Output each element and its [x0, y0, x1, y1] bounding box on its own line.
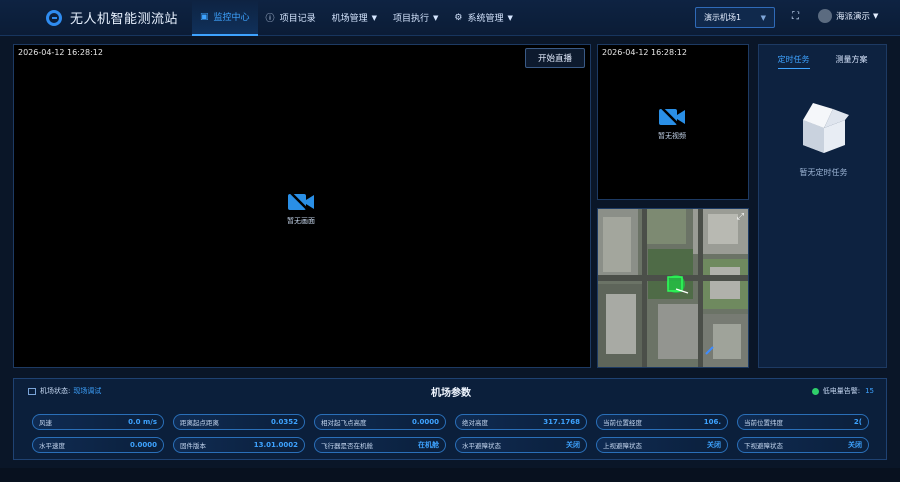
chevron-down-icon: ▼ [507, 13, 513, 22]
side-video-timestamp: 2026-04-12 16:28:12 [602, 48, 687, 57]
chevron-down-icon: ▼ [873, 12, 879, 20]
param-horizontal-speed: 水平速度 0.0000 [32, 437, 164, 453]
task-tabs: 定时任务 测量方案 [759, 54, 886, 69]
airport-select[interactable]: 演示机场1 ▼ [695, 7, 775, 28]
no-image-placeholder: 暂无画面 [287, 190, 315, 226]
airport-params-panel: 机场状态: 现场调试 机场参数 低电量告警: 15 风速 0.0 m/s 距离起点… [13, 378, 887, 460]
chevron-down-icon: ▼ [371, 13, 377, 22]
nav-system-management[interactable]: ⚙ 系统管理 ▼ [446, 0, 520, 36]
param-wind-speed: 风速 0.0 m/s [32, 414, 164, 430]
empty-box-icon [795, 95, 853, 159]
nav-monitor-center[interactable]: ▣ 监控中心 [192, 0, 258, 36]
no-video-icon [659, 106, 685, 128]
map-panel[interactable]: ⤢ [597, 208, 749, 368]
param-distance-from-start: 距离起点距离 0.0352 [173, 414, 305, 430]
fullscreen-icon[interactable]: ⛶ [792, 11, 799, 22]
app-title: 无人机智能测流站 [70, 12, 179, 27]
side-video-panel: 2026-04-12 16:28:12 暂无视频 [597, 44, 749, 200]
logo-icon [46, 9, 62, 26]
param-firmware-version: 固件版本 13.01.0002 [173, 437, 305, 453]
tab-scheduled-tasks[interactable]: 定时任务 [777, 54, 810, 69]
param-latitude: 当前位置纬度 2( [737, 414, 869, 430]
param-horizontal-obstacle: 水平避障状态 关闭 [455, 437, 587, 453]
params-header: 机场状态: 现场调试 机场参数 低电量告警: 15 [14, 379, 886, 401]
low-battery-alert: 低电量告警: 15 [811, 386, 874, 396]
no-video-icon [288, 191, 314, 213]
param-upward-obstacle: 上视避障状态 关闭 [596, 437, 728, 453]
task-panel: 定时任务 测量方案 暂无定时任务 [758, 44, 887, 368]
param-aircraft-in-cabin: 飞行器是否在机舱 在机舱 [314, 437, 446, 453]
nav-airport-management[interactable]: 机场管理 ▼ [324, 0, 385, 36]
camera-icon: ▣ [200, 11, 209, 22]
avatar [818, 9, 832, 23]
main-video-panel: 2026-04-12 16:28:12 开始直播 暂无画面 [13, 44, 591, 368]
nav-project-execution[interactable]: 项目执行 ▼ [385, 0, 446, 36]
top-bar: 无人机智能测流站 ▣ 监控中心 ⓘ 项目记录 机场管理 ▼ 项目执行 ▼ ⚙ 系… [0, 0, 900, 36]
chevron-down-icon: ▼ [760, 13, 766, 22]
check-icon [811, 387, 819, 395]
user-menu[interactable]: 海派演示 ▼ [818, 9, 878, 23]
main-nav: ▣ 监控中心 ⓘ 项目记录 机场管理 ▼ 项目执行 ▼ ⚙ 系统管理 ▼ [192, 0, 521, 36]
nav-project-records[interactable]: ⓘ 项目记录 [258, 0, 324, 36]
params-grid: 风速 0.0 m/s 距离起点距离 0.0352 相对起飞点高度 0.0000 绝对高… [32, 414, 869, 453]
no-video-placeholder: 暂无视频 [658, 105, 686, 141]
param-longitude: 当前位置经度 106. [596, 414, 728, 430]
gear-icon: ⚙ [454, 12, 463, 23]
tab-measurement-plans[interactable]: 测量方案 [836, 54, 868, 69]
param-absolute-height: 绝对高度 317.1768 [455, 414, 587, 430]
param-relative-height: 相对起飞点高度 0.0000 [314, 414, 446, 430]
bottom-strip [0, 468, 900, 482]
param-downward-obstacle: 下视避障状态 关闭 [737, 437, 869, 453]
params-title: 机场参数 [431, 388, 471, 399]
app-logo: 无人机智能测流站 [46, 8, 178, 27]
expand-icon[interactable]: ⤢ [737, 212, 744, 222]
empty-tasks-text: 暂无定时任务 [799, 168, 848, 177]
chevron-down-icon: ▼ [433, 13, 439, 22]
start-live-button[interactable]: 开始直播 [525, 48, 585, 68]
main-video-timestamp: 2026-04-12 16:28:12 [18, 48, 103, 57]
satellite-map [598, 209, 748, 367]
info-icon: ⓘ [265, 14, 275, 24]
